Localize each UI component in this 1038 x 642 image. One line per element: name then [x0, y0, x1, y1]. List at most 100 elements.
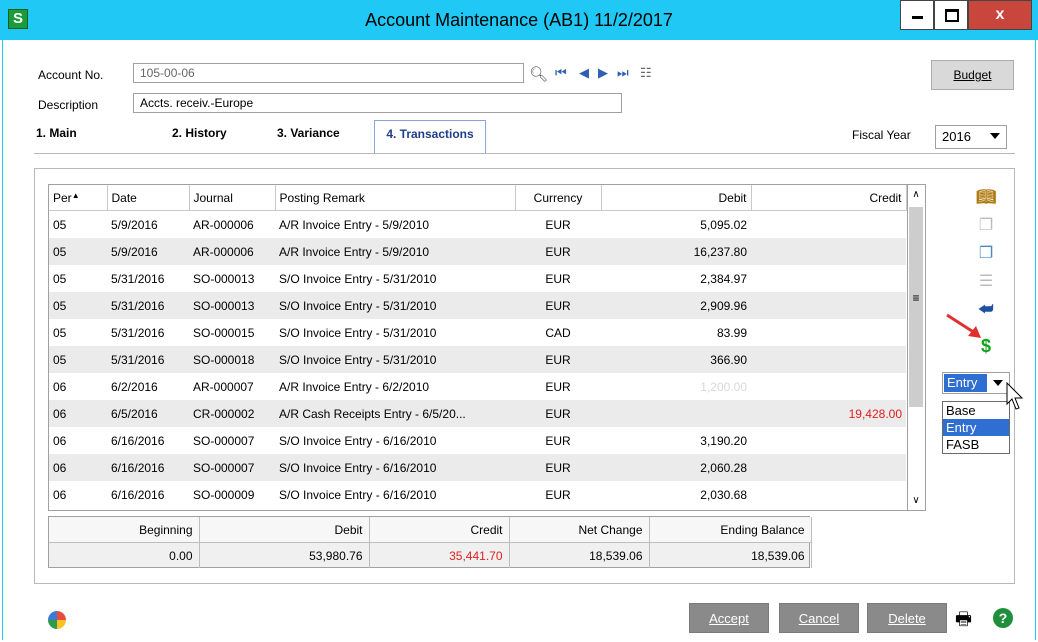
cell-debit: 5,095.02: [700, 217, 747, 232]
grid-scrollbar[interactable]: ∧ ≡ ∨: [908, 184, 926, 511]
table-row[interactable]: 06 6/16/2016 SO-000009 S/O Invoice Entry - …: [49, 481, 906, 508]
table-row[interactable]: 06 6/16/2016 SO-000007 S/O Invoice Entry - …: [49, 454, 906, 481]
table-row[interactable]: 05 5/31/2016 SO-000015 S/O Invoice Entry - …: [49, 319, 906, 346]
next-record-icon[interactable]: ▶︎: [598, 65, 608, 81]
fiscal-year-select[interactable]: 2016: [935, 125, 1007, 149]
totals-ending-balance-header: Ending Balance: [649, 517, 812, 543]
tab-divider: [34, 153, 1015, 154]
cell-remark: S/O Invoice Entry - 5/31/2010: [275, 292, 515, 319]
cell-remark: S/O Invoice Entry - 5/31/2010: [279, 271, 437, 286]
lookup-icon[interactable]: 🔍︎: [529, 65, 548, 83]
totals-panel: Beginning Debit Credit Net Change Ending…: [48, 516, 812, 568]
cell-remark: A/R Invoice Entry - 5/9/2010: [275, 238, 515, 265]
col-journal-header[interactable]: Journal: [189, 185, 276, 211]
close-button[interactable]: x: [968, 0, 1032, 30]
cell-date: 5/31/2016: [111, 325, 165, 340]
cell-journal: AR-000006: [189, 238, 275, 265]
tab-history[interactable]: 2. History: [172, 126, 227, 140]
first-record-icon[interactable]: ⏮︎: [555, 65, 567, 81]
printer-icon[interactable]: 🖶︎: [955, 607, 972, 637]
binoculars-icon[interactable]: 📖︎: [976, 188, 996, 208]
cancel-button-label: Cancel: [798, 611, 840, 626]
last-record-icon[interactable]: ⏭︎: [617, 65, 629, 81]
help-icon[interactable]: ?: [993, 608, 1013, 628]
cell-debit: [601, 400, 751, 427]
cell-journal: CR-000002: [189, 400, 275, 427]
cell-journal: SO-000015: [193, 325, 255, 340]
cell-journal: SO-000007: [189, 454, 275, 481]
previous-record-icon[interactable]: ◀︎: [579, 65, 589, 81]
grid-header-row: Per▲ Date Journal Posting Remark Currenc…: [49, 185, 907, 211]
cell-remark: A/R Cash Receipts Entry - 6/5/20...: [275, 400, 515, 427]
maximize-button[interactable]: [934, 0, 968, 30]
table-row[interactable]: 05 5/9/2016 AR-000006 A/R Invoice Entry - 5…: [49, 238, 906, 265]
tab-variance[interactable]: 3. Variance: [277, 126, 340, 140]
cell-currency: EUR: [515, 454, 601, 481]
table-row[interactable]: 05 5/31/2016 SO-000018 S/O Invoice Entry - …: [49, 346, 906, 373]
totals-value-row: 0.00 53,980.76 35,441.70 18,539.06 18,53…: [49, 542, 812, 568]
cancel-button[interactable]: Cancel: [779, 603, 859, 633]
budget-button[interactable]: Budget: [931, 60, 1014, 90]
sage-logo-icon[interactable]: [48, 611, 66, 629]
table-row[interactable]: 06 6/2/2016 AR-000007 A/R Invoice Entry - 6…: [49, 373, 906, 400]
minimize-button[interactable]: [900, 0, 934, 30]
cell-date: 5/31/2016: [111, 271, 165, 286]
record-list-icon[interactable]: ☷: [640, 65, 652, 81]
title-bar: S Account Maintenance (AB1) 11/2/2017 x: [0, 0, 1038, 40]
cell-debit: 2,384.97: [700, 271, 747, 286]
document-edit-icon[interactable]: ❐: [976, 244, 996, 264]
cell-debit: 2,030.68: [700, 487, 747, 502]
table-row[interactable]: 05 5/31/2016 SO-000013 S/O Invoice Entry - …: [49, 265, 906, 292]
cell-per: 05: [53, 271, 67, 286]
document-lines-icon[interactable]: ☰: [976, 272, 996, 292]
account-no-field[interactable]: 105-00-06: [133, 63, 524, 83]
totals-ending-balance-value: 18,539.06: [649, 542, 812, 568]
col-date-header[interactable]: Date: [107, 185, 190, 211]
cell-currency: EUR: [545, 271, 571, 286]
account-no-label: Account No.: [38, 68, 104, 82]
cell-date: 6/16/2016: [111, 487, 165, 502]
col-remark-header[interactable]: Posting Remark: [275, 185, 516, 211]
fiscal-year-label: Fiscal Year: [852, 128, 911, 142]
totals-net-change-header: Net Change: [509, 517, 650, 543]
col-debit-header[interactable]: Debit: [601, 185, 752, 211]
description-field[interactable]: Accts. receiv.-Europe: [133, 93, 622, 113]
totals-credit-header: Credit: [369, 517, 510, 543]
accept-button-label: Accept: [709, 611, 749, 626]
option-base[interactable]: Base: [943, 402, 1009, 419]
table-row[interactable]: 05 5/31/2016 SO-000013 S/O Invoice Entry - …: [49, 292, 906, 319]
cell-debit: 16,237.80: [601, 238, 751, 265]
scrollbar-grip-icon: ≡: [912, 291, 920, 305]
document-icon[interactable]: ❐: [976, 216, 996, 236]
cell-journal: AR-000006: [193, 217, 254, 232]
cell-per: 05: [49, 292, 107, 319]
col-currency-header[interactable]: Currency: [515, 185, 602, 211]
currency-type-select[interactable]: Entry: [942, 372, 1010, 394]
scroll-down-icon[interactable]: ∨: [908, 495, 924, 506]
table-row[interactable]: 06 6/5/2016 CR-000002 A/R Cash Receipts Ent…: [49, 400, 906, 427]
cell-per: 06: [49, 454, 107, 481]
cell-credit: [751, 238, 906, 265]
cell-per: 06: [49, 400, 107, 427]
tab-main[interactable]: 1. Main: [36, 126, 77, 140]
col-per-header[interactable]: Per▲: [49, 185, 108, 211]
col-credit-header[interactable]: Credit: [751, 185, 907, 211]
delete-button[interactable]: Delete: [867, 603, 947, 633]
table-row[interactable]: 06 6/16/2016 SO-000007 S/O Invoice Entry - …: [49, 427, 906, 454]
option-fasb[interactable]: FASB: [943, 436, 1009, 453]
tab-transactions[interactable]: 4. Transactions: [374, 120, 486, 154]
table-row[interactable]: 05 5/9/2016 AR-000006 A/R Invoice Entry - 5…: [49, 211, 906, 239]
cell-debit: 1,200.00: [700, 379, 747, 394]
cell-currency: EUR: [545, 379, 571, 394]
cell-currency: EUR: [515, 292, 601, 319]
totals-beginning-header: Beginning: [49, 517, 200, 543]
cell-remark: S/O Invoice Entry - 6/16/2010: [279, 433, 437, 448]
scroll-up-icon[interactable]: ∧: [908, 189, 924, 200]
option-entry[interactable]: Entry: [943, 419, 1009, 436]
cell-remark: A/R Invoice Entry - 6/2/2010: [279, 379, 430, 394]
scrollbar-thumb[interactable]: [909, 207, 923, 407]
cell-debit: 366.90: [601, 346, 751, 373]
currency-type-options: Base Entry FASB: [942, 401, 1010, 454]
cell-remark: S/O Invoice Entry - 5/31/2010: [279, 325, 437, 340]
accept-button[interactable]: Accept: [689, 603, 769, 633]
